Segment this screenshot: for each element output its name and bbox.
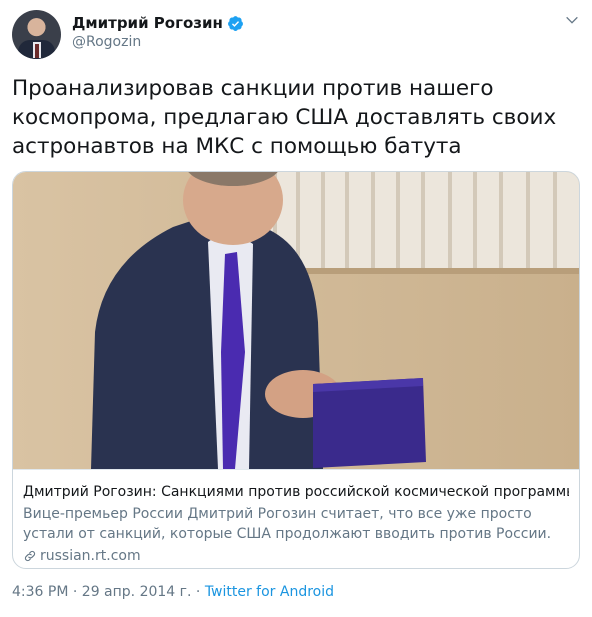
- card-body: Дмитрий Рогозин: Санкциями против россий…: [13, 469, 579, 568]
- link-card[interactable]: Дмитрий Рогозин: Санкциями против россий…: [12, 171, 580, 569]
- link-icon: [24, 550, 36, 562]
- tweet-meta: 4:36 PM · 29 апр. 2014 г. · Twitter for …: [12, 584, 334, 600]
- verified-badge-icon: [227, 15, 243, 31]
- author-name-row: Дмитрий Рогозин: [72, 12, 244, 34]
- meta-separator: ·: [68, 584, 82, 600]
- card-title: Дмитрий Рогозин: Санкциями против россий…: [23, 484, 569, 500]
- tweet-header: Дмитрий Рогозин @Rogozin: [12, 10, 582, 59]
- tweet: Дмитрий Рогозин @Rogozin Проанализировав…: [0, 0, 592, 617]
- meta-separator: ·: [191, 584, 205, 600]
- tweet-text: Проанализировав санкции против нашего ко…: [12, 76, 557, 159]
- card-domain-text: russian.rt.com: [40, 548, 141, 564]
- card-domain: russian.rt.com: [23, 546, 569, 566]
- tweet-source-link[interactable]: Twitter for Android: [205, 584, 334, 600]
- card-description: Вице-премьер России Дмитрий Рогозин счит…: [23, 506, 552, 542]
- avatar[interactable]: [12, 10, 61, 59]
- author-handle[interactable]: @Rogozin: [72, 34, 141, 50]
- chevron-down-icon[interactable]: [564, 12, 580, 28]
- tweet-time[interactable]: 4:36 PM: [12, 584, 68, 600]
- avatar-tie: [35, 44, 39, 58]
- author-display-name[interactable]: Дмитрий Рогозин: [72, 14, 223, 32]
- tweet-date[interactable]: 29 апр. 2014 г.: [82, 584, 192, 600]
- card-image: [13, 172, 579, 469]
